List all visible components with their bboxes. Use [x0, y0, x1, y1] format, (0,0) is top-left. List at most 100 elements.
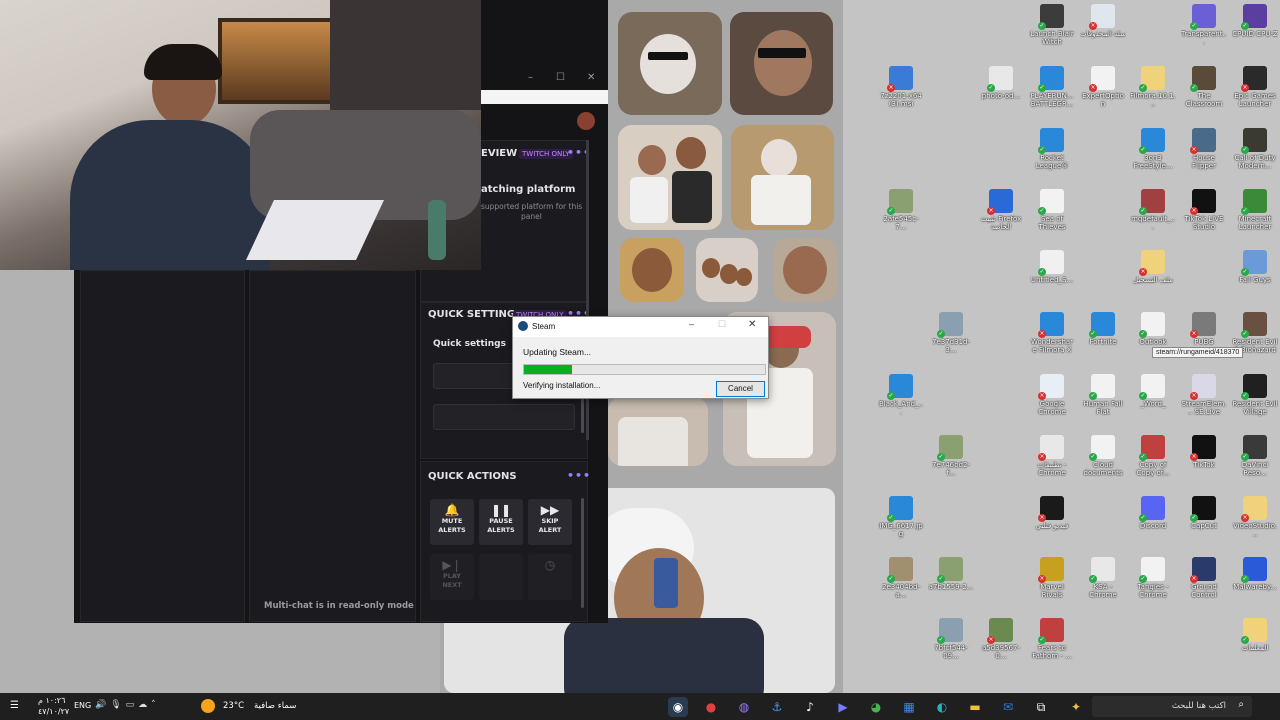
desktop-icon[interactable]: × Ground Control	[1181, 557, 1227, 607]
clock-date[interactable]: ٤٧/١٠/٢٧	[38, 707, 69, 716]
desktop-icon[interactable]: × TikTok LIVE Studio	[1181, 189, 1227, 239]
steam-cancel-button[interactable]: Cancel	[716, 381, 765, 397]
desktop-icon[interactable]: ✓ Sea of Thieves	[1029, 189, 1075, 239]
desktop-icon[interactable]: × سلة المحذوفات	[1080, 4, 1126, 54]
desktop-icon[interactable]: ✓ Human Fall Flat	[1080, 374, 1126, 424]
quick-actions-menu-button[interactable]: •••	[567, 469, 591, 482]
desktop-icon[interactable]: ✓ Black_And_...	[878, 374, 924, 424]
steam-taskbar-icon[interactable]: ◉	[668, 697, 688, 717]
desktop-icon[interactable]: ✓ Untitled_S...	[1029, 250, 1075, 300]
cloud-icon[interactable]: ☁	[138, 700, 151, 710]
task-view-icon[interactable]: ⧉	[1031, 697, 1051, 717]
desktop-icon[interactable]: × Wondershare Filmora X	[1029, 312, 1075, 362]
desktop-icon[interactable]: ✓ _Word_	[1130, 374, 1176, 424]
desktop-icon[interactable]: × StreamElem... SE.Live	[1181, 374, 1227, 424]
desktop-icon[interactable]: ✓ Resident Evil Village	[1232, 374, 1278, 424]
store-taskbar-icon[interactable]: ▦	[899, 697, 919, 717]
desktop-icon[interactable]: ✓ 3on3 FreeStyle...	[1130, 128, 1176, 178]
desktop-icon[interactable]: ✓ Call of Duty Modern...	[1232, 128, 1278, 178]
quick-setting-field[interactable]	[433, 404, 575, 430]
weather-temp[interactable]: 23°C	[223, 701, 244, 711]
desktop-icon[interactable]: ✓ KSA - Chrome	[1080, 557, 1126, 607]
play-next-button[interactable]: ▶❘ PLAY NEXT	[430, 554, 474, 600]
anchor-taskbar-icon[interactable]: ⚓	[767, 697, 787, 717]
desktop-icon[interactable]: × House Flipper	[1181, 128, 1227, 178]
minimize-button[interactable]: –	[528, 72, 533, 83]
desktop-icon[interactable]: × ملف التسجيل	[1130, 250, 1176, 300]
desktop-icon-label: Copy of Copy of...	[1136, 461, 1170, 477]
desktop-icon[interactable]: × تثبيت Firefox الخاصة	[978, 189, 1024, 239]
notification-button[interactable]: ☰	[10, 700, 22, 712]
steam-minimize-button[interactable]: –	[689, 319, 694, 329]
player-taskbar-icon[interactable]: ▶	[833, 697, 853, 717]
desktop-icon[interactable]: ✓ 2e3404bd-a...	[878, 557, 924, 607]
quick-actions-scrollbar[interactable]	[581, 498, 584, 608]
desktop-icon[interactable]: ✓ Fears to Fathom - ...	[1029, 618, 1075, 668]
desktop-icon[interactable]: ✓ photo-od...	[978, 66, 1024, 116]
desktop-icon[interactable]: × 7z2201-x64 (3).msi	[878, 66, 924, 116]
desktop-icon[interactable]: ✓ 7e746bd2-f...	[928, 435, 974, 485]
desktop-icon[interactable]: ✓ Cloud documents	[1080, 435, 1126, 485]
desktop-icon[interactable]: × Marvel Rivals	[1029, 557, 1075, 607]
language-indicator[interactable]: ENG	[74, 701, 91, 710]
tiktok-taskbar-icon[interactable]: ♪	[800, 697, 820, 717]
desktop-icon[interactable]: ✓ Fall Guys	[1232, 250, 1278, 300]
desktop-icon[interactable]: ✓ Transparent...	[1181, 4, 1227, 54]
maximize-button[interactable]: ☐	[556, 72, 565, 83]
pause-alerts-button[interactable]: ❚❚ PAUSE ALERTS	[479, 499, 523, 545]
desktop-icon[interactable]: ✓ 7bfcf544-09...	[928, 618, 974, 668]
desktop-icon[interactable]: ✓ Minecraft Launcher	[1232, 189, 1278, 239]
desktop-icon[interactable]: ✓ mqdefault_...	[1130, 189, 1176, 239]
desktop-icon[interactable]: ✓ Fortnite	[1080, 312, 1126, 362]
desktop-icon[interactable]: ✓ CapCut	[1181, 496, 1227, 546]
desktop-icon[interactable]: ✓ 2afe545c-7...	[878, 189, 924, 239]
desktop-icon[interactable]: ✓ Discord	[1130, 496, 1176, 546]
desktop-icon[interactable]: × ExpertOption	[1080, 66, 1126, 116]
desktop-icon[interactable]: × VideoStudio...	[1232, 496, 1278, 546]
desktop-icon[interactable]: ✓ The Classroom	[1181, 66, 1227, 116]
skip-alert-button[interactable]: ▶▶ SKIP ALERT	[528, 499, 572, 545]
desktop-icon-label: a5d39567-0...	[982, 644, 1020, 660]
chrome-taskbar-icon[interactable]: ◕	[866, 697, 886, 717]
copilot-sparkle-icon[interactable]: ✦	[1066, 697, 1086, 717]
volume-icon[interactable]: 🔊	[95, 700, 110, 710]
desktop-icon[interactable]: × Google Chrome	[1029, 374, 1075, 424]
close-button[interactable]: ✕	[587, 72, 595, 83]
streamlabs-taskbar-icon[interactable]: ◍	[734, 697, 754, 717]
desktop-icon[interactable]: × تطبيقات - Chrome	[1029, 435, 1075, 485]
timer-action-button[interactable]: ◷	[528, 554, 572, 600]
chevron-up-icon[interactable]: ˄	[151, 700, 160, 710]
record-taskbar-icon[interactable]: ●	[701, 697, 721, 717]
desktop-icon[interactable]: ✓ DaVinci Reso...	[1232, 435, 1278, 485]
outlook-taskbar-icon[interactable]: ✉	[998, 697, 1018, 717]
desktop-icon[interactable]: ✓ Rocket League®	[1029, 128, 1075, 178]
mute-alerts-button[interactable]: 🔔 MUTE ALERTS	[430, 499, 474, 545]
desktop-icon[interactable]: × Epic Games Launcher	[1232, 66, 1278, 116]
desktop-icon[interactable]: ✓ Malwareby...	[1232, 557, 1278, 607]
weather-text[interactable]: سماء صافية	[254, 701, 296, 711]
desktop-icon[interactable]: ✓ PLAYERUN... BATTLEGR...	[1029, 66, 1075, 116]
app-icon: ×	[1190, 557, 1216, 583]
desktop-icon[interactable]: ✓ Launch Blair Witch	[1029, 4, 1075, 54]
desktop-icon[interactable]: ✓ a7b1559-2...	[928, 557, 974, 607]
clock-time[interactable]: ١٠:٢٦ م	[38, 696, 65, 705]
edge-taskbar-icon[interactable]: ◐	[932, 697, 952, 717]
search-box[interactable]: اكتب هنا للبحث ⌕	[1092, 696, 1252, 717]
desktop-icon[interactable]: ✓ 7e37d31d-3...	[928, 312, 974, 362]
disabled-action-button[interactable]	[479, 554, 523, 600]
desktop-icon[interactable]: ✓ Copy of Copy of...	[1130, 435, 1176, 485]
desktop-icon[interactable]: ✓ IMG_6617.jpg	[878, 496, 924, 546]
desktop-icon[interactable]: ✓ Tangles - Chrome	[1130, 557, 1176, 607]
mic-icon[interactable]: 🎙	[110, 700, 125, 710]
desktop-icon[interactable]: × فيديو فتلتي	[1029, 496, 1075, 546]
file-explorer-taskbar-icon[interactable]: ▬	[965, 697, 985, 717]
desktop-icon[interactable]: ✓ CPUID CPU-Z	[1232, 4, 1278, 54]
desktop-icon[interactable]: × a5d39567-0...	[978, 618, 1024, 668]
avatar[interactable]	[577, 112, 595, 130]
app-icon: ✓	[1038, 189, 1064, 215]
desktop-icon[interactable]: × TikTok	[1181, 435, 1227, 485]
steam-close-button[interactable]: ✕	[748, 319, 756, 330]
network-icon[interactable]: ▭	[126, 700, 139, 710]
desktop-icon[interactable]: ✓ Filmora.10.1...	[1130, 66, 1176, 116]
desktop-icon[interactable]: ✓ المعلمات	[1232, 618, 1278, 668]
